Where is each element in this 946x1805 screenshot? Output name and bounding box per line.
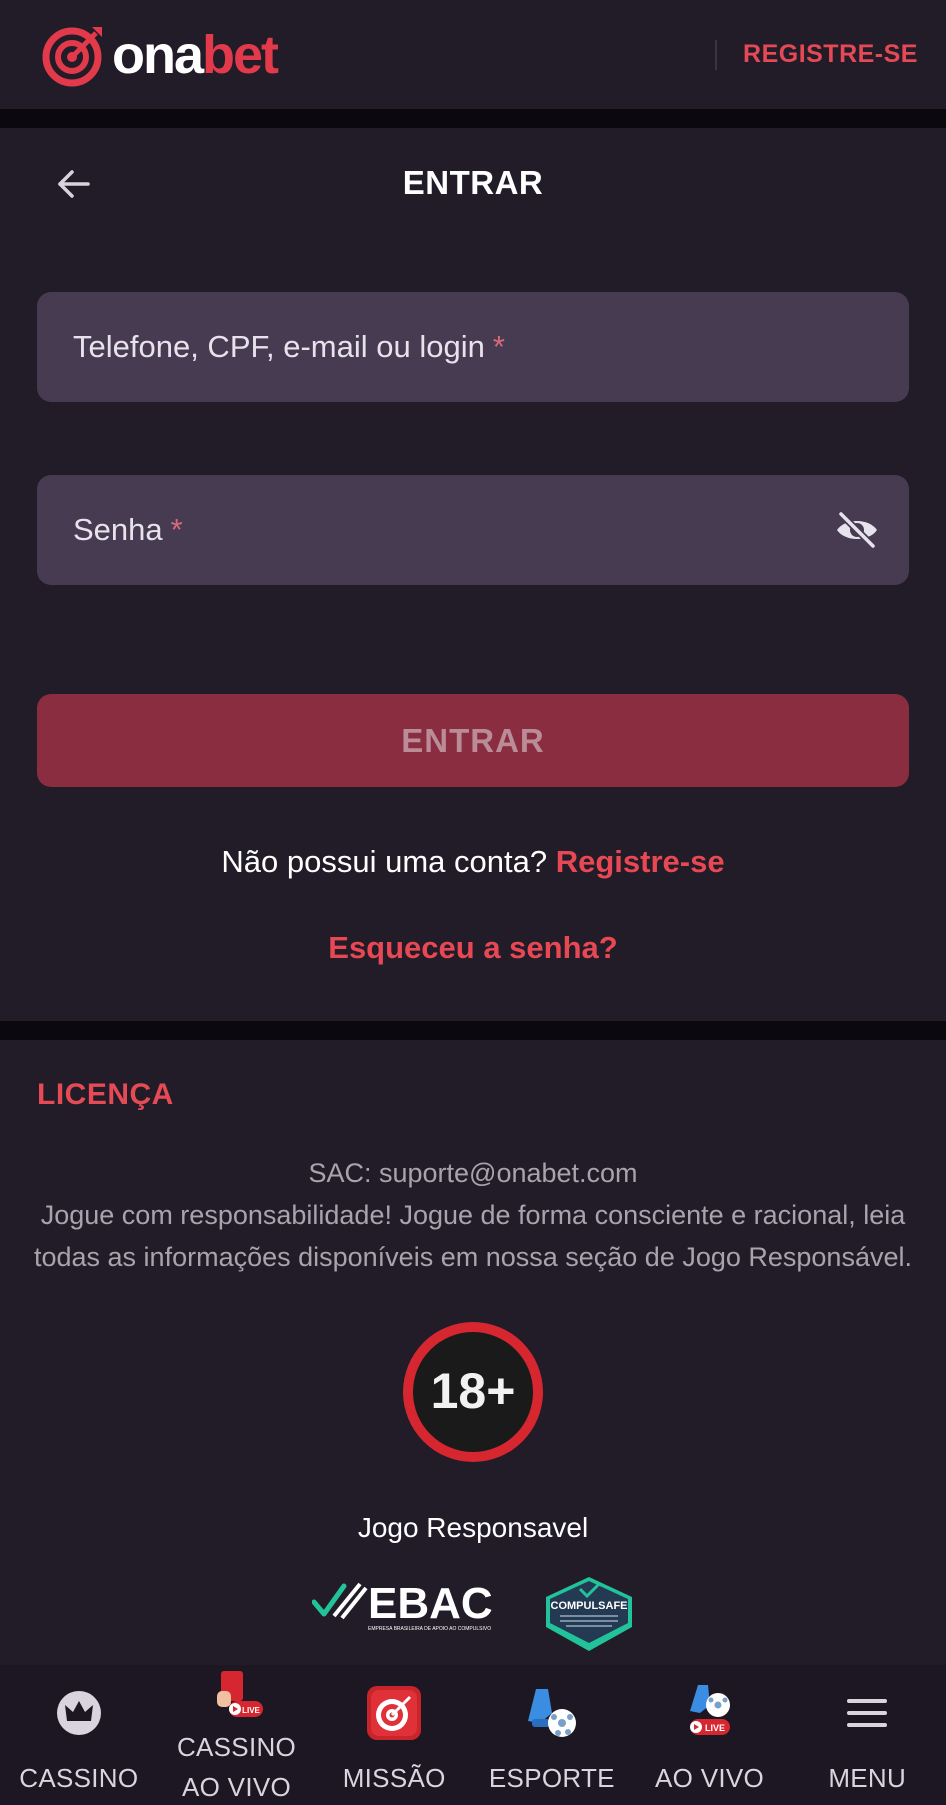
nav-item-esporte[interactable]: ESPORTE <box>473 1665 631 1805</box>
nav-item-ao-vivo[interactable]: LIVE AO VIVO <box>631 1665 789 1805</box>
header-actions: REGISTRE-SE <box>715 0 918 109</box>
top-header: onabet REGISTRE-SE <box>0 0 946 109</box>
nav-item-cassino[interactable]: CASSINO <box>0 1665 158 1805</box>
nav-label: ESPORTE <box>488 1763 615 1793</box>
login-panel: ENTRAR Telefone, CPF, e-mail ou login * … <box>0 128 946 1021</box>
responsible-gaming-message: Jogue com responsabilidade! Jogue de for… <box>33 1200 912 1272</box>
signup-prompt: Não possui uma conta? Registre-se <box>0 844 946 880</box>
responsible-gaming-label[interactable]: Jogo Responsavel <box>0 1512 946 1544</box>
bottom-navigation: CASSINO LIVE CASSINO AO VIVO MISSÃO ESPO… <box>0 1665 946 1805</box>
logo-text-ona: ona <box>112 24 204 85</box>
header-divider <box>715 39 718 70</box>
nav-label: CASSINO AO VIVO <box>158 1727 316 1805</box>
crown-icon <box>56 1691 101 1735</box>
age-18-text: 18+ <box>431 1363 516 1419</box>
license-title: LICENÇA <box>37 1078 174 1111</box>
toggle-password-visibility-button[interactable] <box>833 506 881 554</box>
nav-label: MISSÃO <box>342 1763 446 1793</box>
nav-label: MENU <box>828 1763 907 1793</box>
nav-label-line2: AO VIVO <box>181 1772 292 1802</box>
live-badge-text: LIVE <box>705 1723 725 1733</box>
sac-email[interactable]: SAC: suporte@onabet.com <box>30 1152 916 1194</box>
no-account-text: Não possui uma conta? <box>221 844 548 879</box>
nav-label: AO VIVO <box>655 1763 765 1793</box>
target-icon <box>367 1686 422 1740</box>
compulsafe-badge[interactable]: COMPULSAFE <box>542 1575 636 1653</box>
login-submit-button[interactable]: ENTRAR <box>37 694 909 787</box>
compulsafe-text: COMPULSAFE <box>551 1600 628 1612</box>
forgot-password-link[interactable]: Esqueceu a senha? <box>0 930 946 966</box>
required-mark: * <box>170 512 183 547</box>
login-title: ENTRAR <box>402 164 544 201</box>
password-placeholder: Senha <box>73 512 163 547</box>
ebac-subtext: EMPRESA BRASILEIRA DE APOIO AO COMPULSIV… <box>368 1626 491 1632</box>
ebac-logo[interactable]: EBAC EMPRESA BRASILEIRA DE APOIO AO COMP… <box>312 1572 502 1634</box>
page: onabet REGISTRE-SE ENTRAR Telefone, CPF,… <box>0 0 946 1805</box>
live-soccer-icon: LIVE <box>689 1685 730 1735</box>
nav-item-menu[interactable]: MENU <box>788 1665 946 1805</box>
user-login-input[interactable]: Telefone, CPF, e-mail ou login * <box>37 292 909 402</box>
logo-wordmark: onabet <box>112 24 279 85</box>
register-link[interactable]: Registre-se <box>556 844 725 879</box>
license-text: SAC: suporte@onabet.com Jogue com respon… <box>30 1152 916 1278</box>
password-input[interactable]: Senha * <box>37 475 909 585</box>
age-18-badge-icon: 18+ <box>403 1322 543 1462</box>
hamburger-icon <box>847 1699 888 1727</box>
user-login-placeholder: Telefone, CPF, e-mail ou login <box>73 329 485 364</box>
onabet-logo[interactable]: onabet <box>42 23 279 87</box>
live-badge-text: LIVE <box>242 1706 260 1715</box>
soccer-icon <box>527 1689 576 1737</box>
license-section: LICENÇA SAC: suporte@onabet.com Jogue co… <box>0 1040 946 1665</box>
logo-text-bet: bet <box>202 24 279 85</box>
live-casino-icon: LIVE <box>216 1671 263 1717</box>
eye-off-icon <box>837 510 877 550</box>
nav-item-missao[interactable]: MISSÃO <box>315 1665 473 1805</box>
ebac-text: EBAC <box>368 1579 493 1628</box>
nav-item-cassino-ao-vivo[interactable]: LIVE CASSINO AO VIVO <box>158 1665 316 1805</box>
target-logo-icon <box>42 26 102 86</box>
register-header-link[interactable]: REGISTRE-SE <box>743 40 918 69</box>
nav-label: CASSINO <box>19 1763 139 1793</box>
required-mark: * <box>492 329 505 364</box>
nav-label-line1: CASSINO <box>176 1732 297 1762</box>
